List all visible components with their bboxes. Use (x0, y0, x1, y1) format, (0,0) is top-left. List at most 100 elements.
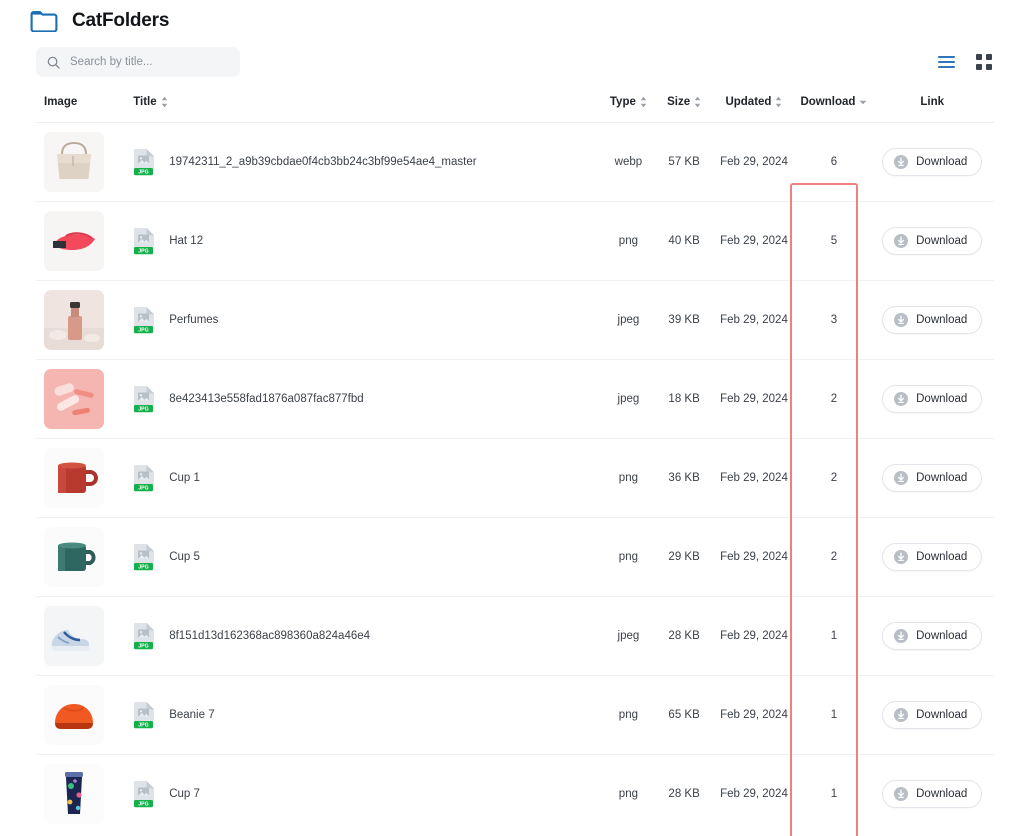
cell-title: JPG Cup 7 (133, 755, 599, 834)
sort-icon[interactable] (161, 96, 168, 108)
cell-image (36, 122, 134, 202)
download-button[interactable]: Download (882, 306, 983, 334)
column-header-download[interactable]: Download (797, 84, 871, 123)
thumbnail-beige-handbag[interactable] (44, 132, 104, 192)
table-row[interactable]: JPG Cup 7 png 28 KB Feb 29, 2024 1 Downl… (36, 755, 994, 834)
svg-text:JPG: JPG (139, 643, 149, 649)
table-row[interactable]: JPG Perfumes jpeg 39 KB Feb 29, 2024 3 D… (36, 280, 994, 360)
cell-type: jpeg (599, 596, 658, 676)
download-button[interactable]: Download (882, 780, 983, 809)
cell-download-count: 5 (797, 201, 871, 281)
cell-size: 57 KB (657, 122, 711, 202)
search-input[interactable] (70, 56, 229, 68)
thumbnail-orange-beanie[interactable] (44, 685, 104, 745)
download-button[interactable]: Download (882, 701, 983, 729)
thumbnail-blue-sneakers[interactable] (44, 606, 104, 666)
cell-size: 18 KB (657, 359, 711, 439)
search-box[interactable] (36, 47, 240, 77)
cell-updated: Feb 29, 2024 (710, 596, 798, 676)
sort-icon[interactable] (694, 96, 701, 108)
download-button-label: Download (916, 393, 968, 405)
cell-updated: Feb 29, 2024 (710, 438, 798, 518)
thumbnail-perfume-bottle[interactable] (44, 290, 104, 350)
table-row[interactable]: JPG 8f151d13d162368ac898360a824a46e4 jpe… (36, 596, 994, 676)
table-row[interactable]: JPG 8e423413e558fad1876a087fac877fbd jpe… (36, 359, 994, 439)
column-header-updated[interactable]: Updated (710, 84, 798, 123)
file-table-area: Image Title Type Size Updated Download L… (0, 84, 1024, 836)
column-label-updated: Updated (725, 96, 772, 108)
cell-download-count: 6 (797, 122, 871, 202)
download-button-label: Download (916, 472, 968, 484)
svg-text:JPG: JPG (139, 248, 149, 254)
column-header-size[interactable]: Size (657, 84, 711, 123)
cell-updated: Feb 29, 2024 (710, 359, 798, 439)
download-button[interactable]: Download (882, 385, 983, 413)
table-row[interactable]: JPG Beanie 7 png 65 KB Feb 29, 2024 1 Do… (36, 675, 994, 755)
table-row[interactable]: JPG Hat 12 png 40 KB Feb 29, 2024 5 Down… (36, 201, 994, 281)
thumbnail-red-visor-hat[interactable] (44, 211, 104, 271)
sort-icon[interactable] (775, 96, 782, 108)
cell-image (36, 201, 134, 281)
column-header-title[interactable]: Title (133, 84, 600, 123)
sort-icon[interactable] (640, 96, 647, 108)
download-button-label: Download (916, 630, 968, 642)
download-button[interactable]: Download (882, 543, 983, 571)
toolbar (0, 40, 1024, 84)
download-icon (894, 155, 909, 169)
thumbnail-red-mug[interactable] (44, 448, 104, 508)
jpg-file-icon: JPG (133, 543, 157, 571)
chevron-down-icon[interactable] (859, 100, 867, 105)
cell-image (36, 675, 134, 755)
cell-title: JPG 8e423413e558fad1876a087fac877fbd (133, 359, 600, 439)
svg-text:JPG: JPG (139, 169, 149, 175)
download-button-label: Download (916, 788, 968, 801)
column-label-download: Download (800, 96, 856, 108)
download-icon (894, 392, 909, 406)
cell-updated: Feb 29, 2024 (710, 122, 798, 202)
cell-updated: Feb 29, 2024 (710, 517, 798, 597)
jpg-file-icon: JPG (133, 464, 157, 492)
table-row[interactable]: JPG Cup 1 png 36 KB Feb 29, 2024 2 Downl… (36, 438, 994, 518)
svg-text:JPG: JPG (139, 722, 149, 728)
jpg-file-icon: JPG (133, 306, 157, 334)
download-icon (894, 234, 909, 248)
cell-type: jpeg (599, 280, 658, 360)
download-button[interactable]: Download (882, 622, 983, 650)
cell-link: Download (870, 280, 994, 360)
cell-download-count: 2 (797, 517, 871, 597)
grid-view-icon[interactable] (974, 52, 994, 72)
jpg-file-icon: JPG (133, 622, 157, 650)
table-header-row: Image Title Type Size Updated Download L… (36, 84, 994, 123)
cell-image (36, 280, 134, 360)
svg-text:JPG: JPG (139, 564, 149, 570)
cell-download-count: 1 (797, 675, 871, 755)
column-header-type[interactable]: Type (599, 84, 658, 123)
table-row[interactable]: JPG Cup 5 png 29 KB Feb 29, 2024 2 Downl… (36, 517, 994, 597)
cell-title: JPG Cup 5 (133, 517, 600, 597)
download-button[interactable]: Download (882, 464, 983, 492)
thumbnail-pink-cosmetics[interactable] (44, 369, 104, 429)
cell-type: jpeg (599, 359, 658, 439)
jpg-file-icon: JPG (133, 227, 157, 255)
cell-download-count: 1 (797, 596, 871, 676)
download-icon (894, 550, 909, 564)
download-button[interactable]: Download (882, 148, 983, 176)
cell-size: 36 KB (657, 438, 711, 518)
thumbnail-teal-mug[interactable] (44, 527, 104, 587)
svg-text:JPG: JPG (139, 327, 149, 333)
cell-updated: Feb 29, 2024 (710, 280, 798, 360)
cell-title: JPG 8f151d13d162368ac898360a824a46e4 (133, 596, 600, 676)
download-button[interactable]: Download (882, 227, 983, 255)
cell-link: Download (870, 201, 994, 281)
column-label-title: Title (133, 96, 157, 108)
cell-download-count: 2 (797, 359, 871, 439)
cell-link: Download (870, 675, 994, 755)
cell-type: webp (599, 122, 658, 202)
list-view-icon[interactable] (936, 52, 956, 72)
table-row[interactable]: JPG 19742311_2_a9b39cbdae0f4cb3bb24c3bf9… (36, 122, 994, 202)
cell-type: png (599, 201, 658, 281)
folder-icon (30, 10, 58, 32)
file-title: 8e423413e558fad1876a087fac877fbd (169, 393, 364, 405)
thumbnail-navy-tumbler[interactable] (44, 764, 104, 825)
cell-size: 39 KB (657, 280, 711, 360)
